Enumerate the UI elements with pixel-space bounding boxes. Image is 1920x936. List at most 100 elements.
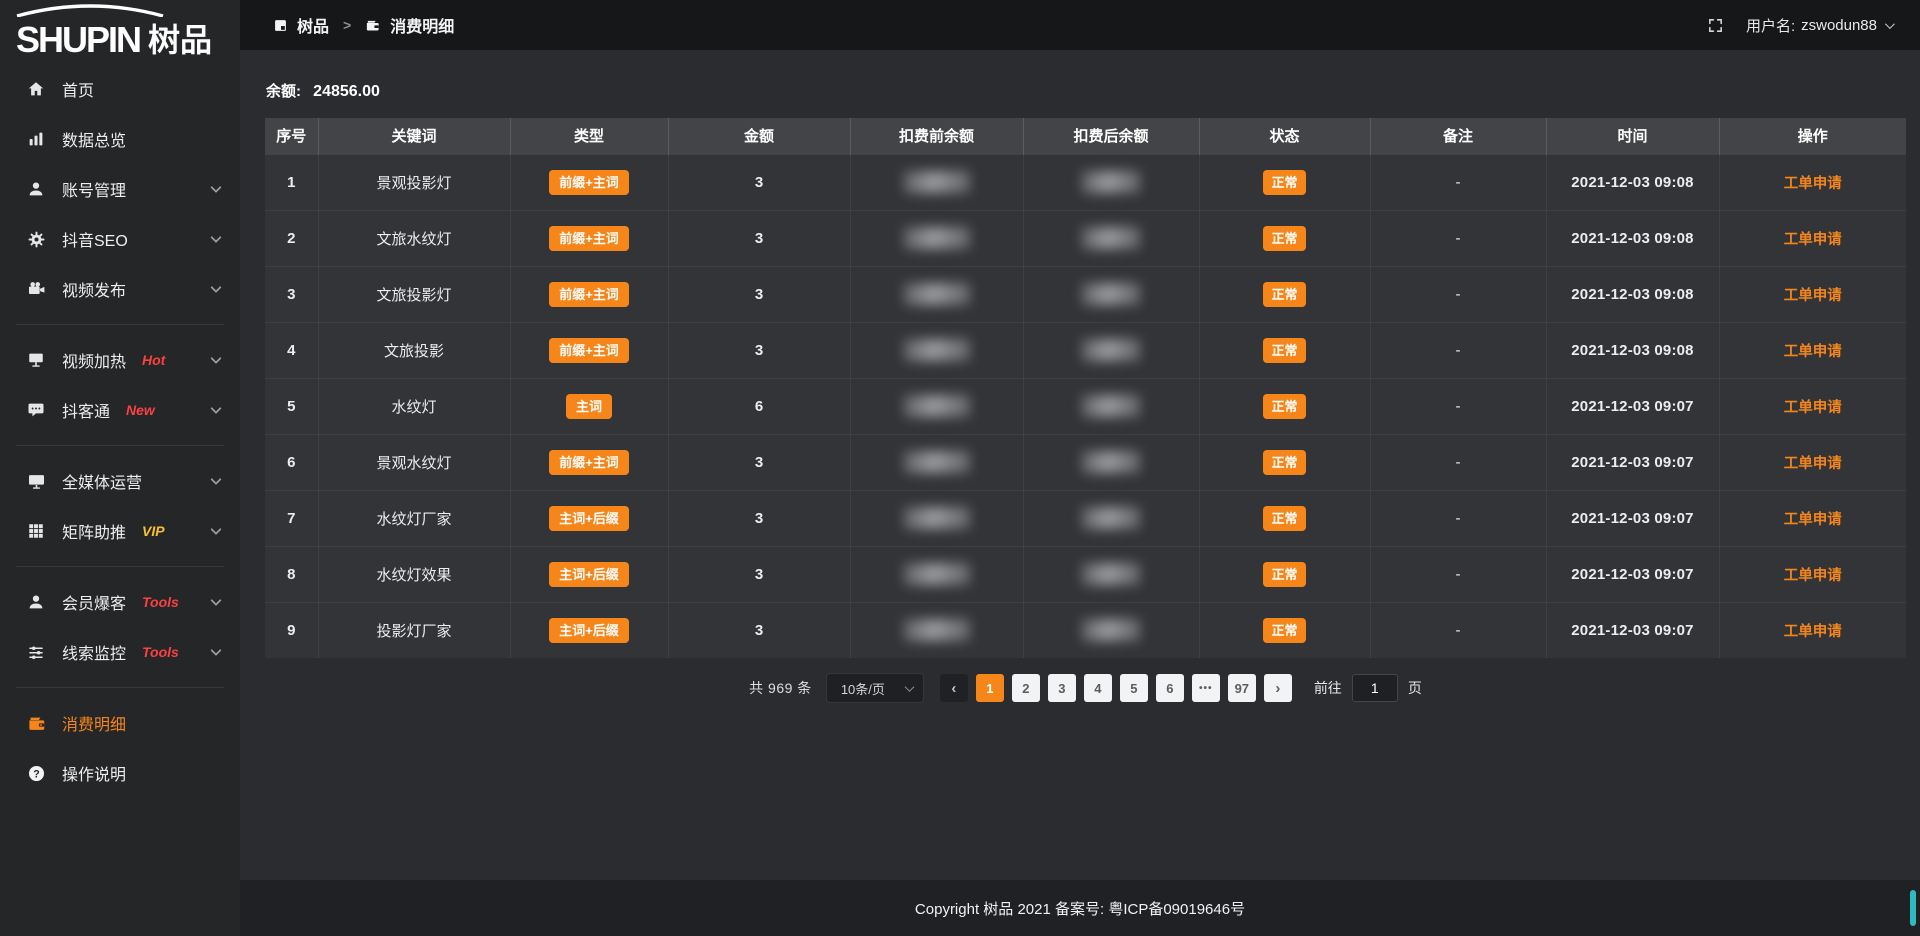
cell-amount: 6 bbox=[668, 378, 850, 434]
cell-index: 1 bbox=[265, 154, 318, 210]
goto-page-input[interactable] bbox=[1352, 674, 1398, 702]
sidebar-item-lead-monitor[interactable]: 线索监控 Tools bbox=[0, 627, 240, 677]
cell-amount: 3 bbox=[668, 490, 850, 546]
table-row: 7 水纹灯厂家 主词+后缀 3 正常 - 2021-12-03 09:07 工单… bbox=[265, 490, 1906, 546]
scrollbar-thumb[interactable] bbox=[1910, 890, 1916, 926]
status-badge: 正常 bbox=[1263, 394, 1305, 419]
sidebar-item-matrix-boost[interactable]: 矩阵助推 VIP bbox=[0, 506, 240, 556]
cell-keyword: 水纹灯效果 bbox=[318, 546, 510, 602]
work-order-link[interactable]: 工单申请 bbox=[1784, 232, 1842, 248]
status-badge: 正常 bbox=[1263, 338, 1305, 363]
cell-status: 正常 bbox=[1199, 154, 1370, 210]
cell-type: 主词 bbox=[510, 378, 668, 434]
cell-keyword: 水纹灯 bbox=[318, 378, 510, 434]
question-circle-icon: ? bbox=[26, 763, 46, 783]
masked-value bbox=[1082, 507, 1140, 529]
cell-time: 2021-12-03 09:07 bbox=[1546, 378, 1719, 434]
col-header-action: 操作 bbox=[1719, 118, 1906, 154]
cell-remark: - bbox=[1370, 434, 1546, 490]
divider bbox=[16, 324, 224, 325]
more-pages-button[interactable]: ••• bbox=[1192, 674, 1220, 702]
page-size-select[interactable]: 10条/页 bbox=[826, 673, 924, 703]
cell-amount: 3 bbox=[668, 434, 850, 490]
work-order-link[interactable]: 工单申请 bbox=[1784, 568, 1842, 584]
masked-value bbox=[904, 283, 970, 305]
page-button-2[interactable]: 2 bbox=[1012, 674, 1040, 702]
cell-action: 工单申请 bbox=[1719, 490, 1906, 546]
cell-remark: - bbox=[1370, 490, 1546, 546]
sidebar-item-all-media[interactable]: 全媒体运营 bbox=[0, 456, 240, 506]
cell-keyword: 水纹灯厂家 bbox=[318, 490, 510, 546]
table-header-row: 序号 关键词 类型 金额 扣费前余额 扣费后余额 状态 备注 时间 操作 bbox=[265, 118, 1906, 154]
type-badge: 前缀+主词 bbox=[549, 170, 629, 195]
cell-time: 2021-12-03 09:07 bbox=[1546, 490, 1719, 546]
sidebar-item-douyin-seo[interactable]: 抖音SEO bbox=[0, 214, 240, 264]
cell-status: 正常 bbox=[1199, 210, 1370, 266]
page-button-4[interactable]: 4 bbox=[1084, 674, 1112, 702]
work-order-link[interactable]: 工单申请 bbox=[1784, 288, 1842, 304]
fullscreen-icon[interactable] bbox=[1707, 17, 1724, 34]
goto-label: 前往 bbox=[1314, 678, 1342, 698]
type-badge: 前缀+主词 bbox=[549, 226, 629, 251]
page-button-97[interactable]: 97 bbox=[1228, 674, 1256, 702]
vip-tag: VIP bbox=[142, 523, 165, 539]
masked-value bbox=[1082, 395, 1140, 417]
chat-bubble-icon bbox=[26, 400, 46, 420]
cell-time: 2021-12-03 09:08 bbox=[1546, 322, 1719, 378]
cell-balance-after bbox=[1023, 322, 1199, 378]
page-button-6[interactable]: 6 bbox=[1156, 674, 1184, 702]
cell-remark: - bbox=[1370, 266, 1546, 322]
tools-tag: Tools bbox=[142, 594, 179, 610]
page-button-5[interactable]: 5 bbox=[1120, 674, 1148, 702]
cell-status: 正常 bbox=[1199, 266, 1370, 322]
cell-keyword: 文旅投影灯 bbox=[318, 266, 510, 322]
hot-tag: Hot bbox=[142, 352, 165, 368]
sidebar-item-data-overview[interactable]: 数据总览 bbox=[0, 114, 240, 164]
table-row: 1 景观投影灯 前缀+主词 3 正常 - 2021-12-03 09:08 工单… bbox=[265, 154, 1906, 210]
work-order-link[interactable]: 工单申请 bbox=[1784, 624, 1842, 640]
wallet-icon bbox=[365, 18, 380, 33]
cell-remark: - bbox=[1370, 154, 1546, 210]
sidebar-item-member-burst[interactable]: 会员爆客 Tools bbox=[0, 577, 240, 627]
divider bbox=[16, 687, 224, 688]
sidebar-item-home[interactable]: 首页 bbox=[0, 64, 240, 114]
work-order-link[interactable]: 工单申请 bbox=[1784, 512, 1842, 528]
table-row: 9 投影灯厂家 主词+后缀 3 正常 - 2021-12-03 09:07 工单… bbox=[265, 602, 1906, 658]
sidebar-item-video-heating[interactable]: 视频加热 Hot bbox=[0, 335, 240, 385]
sidebar-item-instructions[interactable]: ? 操作说明 bbox=[0, 748, 240, 798]
work-order-link[interactable]: 工单申请 bbox=[1784, 456, 1842, 472]
cell-type: 前缀+主词 bbox=[510, 154, 668, 210]
breadcrumb-root[interactable]: 树品 bbox=[297, 13, 329, 37]
cell-balance-after bbox=[1023, 490, 1199, 546]
cell-type: 主词+后缀 bbox=[510, 490, 668, 546]
cell-balance-after bbox=[1023, 546, 1199, 602]
cell-remark: - bbox=[1370, 378, 1546, 434]
page-button-1[interactable]: 1 bbox=[976, 674, 1004, 702]
sidebar-item-account-management[interactable]: 账号管理 bbox=[0, 164, 240, 214]
prev-page-button[interactable]: ‹ bbox=[940, 674, 968, 702]
chevron-down-icon bbox=[210, 645, 221, 656]
cell-amount: 3 bbox=[668, 322, 850, 378]
sidebar-item-doketong[interactable]: 抖客通 New bbox=[0, 385, 240, 435]
sidebar-nav: 首页 数据总览 账号管理 抖音SEO 视频发布 视频加热 Hot bbox=[0, 62, 240, 798]
main-content: 余额: 24856.00 序号 关键词 类型 金额 扣费前余额 扣费后余额 状态… bbox=[240, 50, 1920, 880]
sidebar-item-video-publish[interactable]: 视频发布 bbox=[0, 264, 240, 314]
cell-balance-before bbox=[850, 490, 1023, 546]
sidebar-item-label: 视频加热 bbox=[62, 348, 126, 372]
work-order-link[interactable]: 工单申请 bbox=[1784, 400, 1842, 416]
work-order-link[interactable]: 工单申请 bbox=[1784, 176, 1842, 192]
sidebar-item-consumption-detail[interactable]: 消费明细 bbox=[0, 698, 240, 748]
next-page-button[interactable]: › bbox=[1264, 674, 1292, 702]
type-badge: 主词 bbox=[566, 394, 612, 419]
total-count: 共 969 条 bbox=[749, 678, 812, 698]
user-menu[interactable]: 用户名: zswodun88 bbox=[1746, 15, 1892, 36]
chevron-down-icon bbox=[210, 232, 221, 243]
type-badge: 前缀+主词 bbox=[549, 282, 629, 307]
col-header-index: 序号 bbox=[265, 118, 318, 154]
app-logo[interactable]: SHUPIN 树品 bbox=[0, 0, 240, 62]
page-button-3[interactable]: 3 bbox=[1048, 674, 1076, 702]
work-order-link[interactable]: 工单申请 bbox=[1784, 344, 1842, 360]
cell-balance-before bbox=[850, 266, 1023, 322]
cell-remark: - bbox=[1370, 210, 1546, 266]
masked-value bbox=[1082, 619, 1140, 641]
